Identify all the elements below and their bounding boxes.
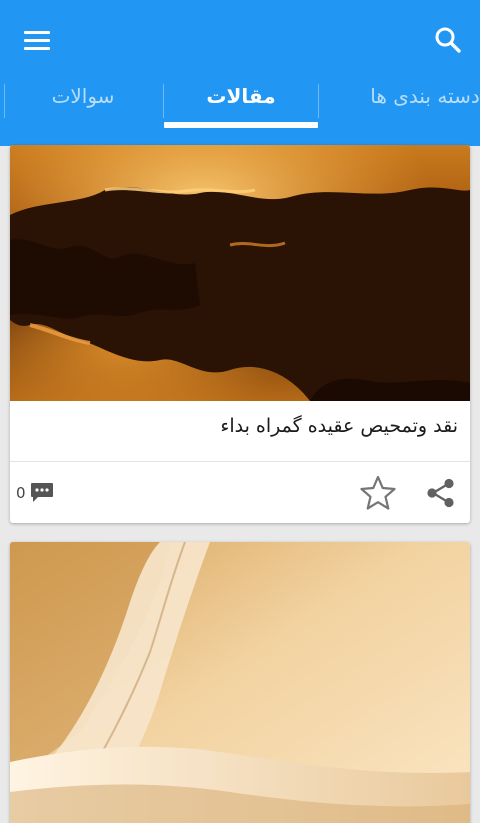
article-title[interactable]: نقد وتمحیص عقیده گمراه بداء: [220, 415, 458, 437]
open-book-image: [10, 542, 470, 823]
favorite-button[interactable]: [358, 473, 398, 513]
article-card[interactable]: نقد وتمحیص عقیده گمراه بداء 0: [10, 145, 470, 523]
menu-icon-bar: [24, 31, 50, 34]
active-tab-indicator: [164, 122, 318, 128]
tab-categories[interactable]: دسته بندی ها: [330, 62, 480, 130]
tab-bar: دسته بندی ها مقالات سوالات: [0, 62, 480, 130]
menu-icon-bar: [24, 39, 50, 42]
comments-button[interactable]: 0: [16, 479, 55, 507]
share-button[interactable]: [420, 473, 460, 513]
card-divider: [10, 461, 470, 462]
sunset-clouds-image: [10, 145, 470, 401]
tab-questions[interactable]: سوالات: [8, 62, 158, 130]
search-button[interactable]: [424, 18, 472, 62]
tab-articles[interactable]: مقالات: [164, 62, 318, 130]
menu-button[interactable]: [14, 22, 62, 58]
share-icon: [427, 478, 454, 508]
tab-separator: [163, 84, 164, 118]
app-bar: دسته بندی ها مقالات سوالات: [0, 0, 480, 146]
menu-icon-bar: [24, 47, 50, 50]
comment-icon: [30, 483, 53, 502]
search-icon: [435, 27, 461, 53]
tab-separator: [4, 84, 5, 118]
article-card[interactable]: [10, 542, 470, 823]
tab-separator: [318, 84, 319, 118]
star-icon: [360, 475, 396, 510]
comment-count: 0: [16, 484, 26, 502]
